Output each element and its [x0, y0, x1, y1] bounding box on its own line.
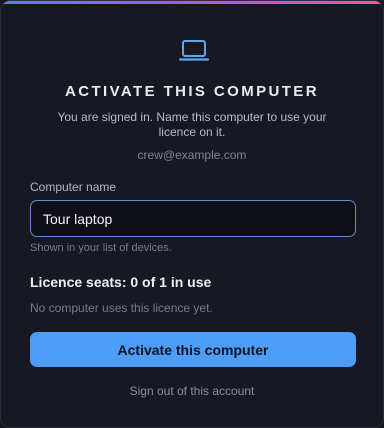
- licence-seats-status: Licence seats: 0 of 1 in use: [30, 274, 212, 290]
- accent-bar: [1, 1, 383, 4]
- account-email: crew@example.com: [137, 148, 247, 162]
- computer-name-input[interactable]: [30, 200, 356, 237]
- dialog-subtitle: You are signed in. Name this computer to…: [57, 110, 327, 139]
- dialog-title: ACTIVATE THIS COMPUTER: [65, 83, 319, 100]
- licence-seats-note: No computer uses this licence yet.: [30, 301, 213, 315]
- activate-computer-dialog: ACTIVATE THIS COMPUTER You are signed in…: [0, 0, 384, 428]
- laptop-icon: [178, 40, 210, 61]
- activate-computer-button[interactable]: Activate this computer: [30, 332, 356, 367]
- sign-out-link[interactable]: Sign out of this account: [1, 384, 383, 398]
- computer-name-hint: Shown in your list of devices.: [30, 242, 172, 254]
- computer-name-label: Computer name: [30, 180, 117, 194]
